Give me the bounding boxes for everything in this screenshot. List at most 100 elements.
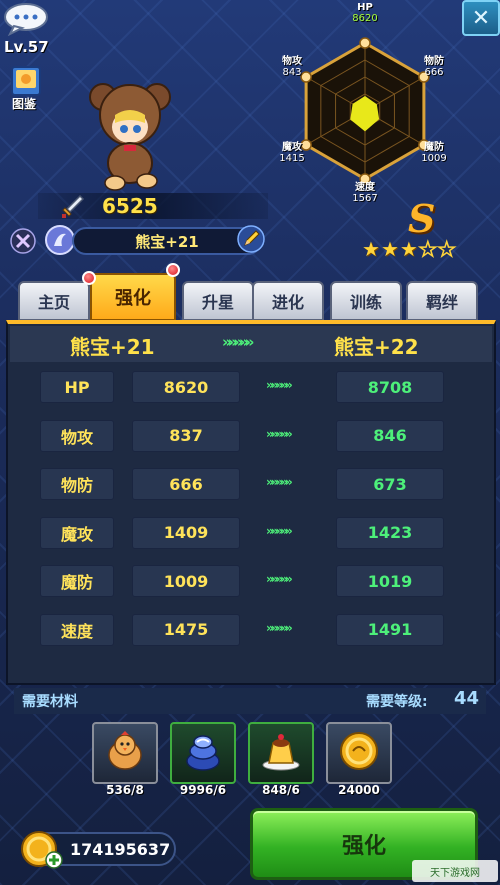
radar-stat-value: 8620	[352, 13, 378, 24]
stat-name: 速度	[40, 613, 114, 646]
stat-name: 物攻	[40, 419, 114, 452]
tab-label: 主页	[37, 293, 70, 312]
stat-row: 魔防 1009 »»»»» 1019	[22, 558, 482, 606]
watermark-text: 天下游戏网	[430, 867, 480, 879]
pencil-icon	[237, 225, 265, 253]
hero-portrait	[85, 75, 175, 195]
radar-stat-3: 速度 1567	[340, 182, 390, 204]
stat-next: 846	[336, 419, 444, 452]
stat-arrow: »»»»»	[266, 475, 293, 489]
radar-stat-4: 魔攻 1415	[267, 142, 317, 164]
collection-label: 图鉴	[12, 97, 37, 111]
tab-2[interactable]: 升星	[182, 281, 254, 321]
radar-stat-2: 魔防 1009	[409, 142, 459, 164]
radar-stat-label: HP	[357, 2, 373, 13]
stat-current: 1475	[132, 613, 240, 646]
material-slot[interactable]	[170, 722, 236, 784]
stat-row: 物防 666 »»»»» 673	[22, 461, 482, 509]
stat-name: HP	[40, 371, 114, 403]
tab-label: 羁绊	[425, 293, 458, 312]
radar-stat-value: 666	[424, 67, 444, 78]
tab-3[interactable]: 进化	[252, 281, 324, 321]
current-level-name: 熊宝+21	[70, 335, 155, 359]
notification-badge	[166, 263, 180, 277]
materials-label: 需要材料	[22, 694, 78, 710]
stat-next: 1019	[336, 565, 444, 597]
stat-row: 物攻 837 »»»»» 846	[22, 413, 482, 461]
stat-row: 速度 1475 »»»»» 1491	[22, 607, 482, 655]
chat-button[interactable]	[2, 2, 50, 37]
close-button[interactable]: ✕	[462, 0, 500, 36]
stat-current: 8620	[132, 371, 240, 403]
hero-name: 熊宝+21	[135, 233, 199, 251]
radar-stat-label: 速度	[355, 182, 375, 193]
stat-name: 魔防	[40, 565, 114, 597]
required-level-value: 44	[454, 688, 480, 709]
chick-icon	[103, 729, 147, 777]
power-value: 6525	[102, 194, 158, 218]
tab-bar: 主页 强化 升星 进化 训练 羁绊	[18, 263, 496, 323]
radar-stat-label: 魔防	[424, 142, 444, 153]
material-slot[interactable]	[92, 722, 158, 784]
gold-coin-icon	[21, 831, 63, 869]
stats-radar: HP 8620 物防 666 魔防 1009 速度 1567 魔攻 1415 物攻 843	[267, 2, 460, 214]
stat-next: 673	[336, 468, 444, 500]
gold-coin-icon	[337, 729, 381, 777]
blue-vortex-icon	[181, 729, 225, 777]
crossed-swords-icon	[10, 228, 36, 254]
tab-5[interactable]: 羁绊	[406, 281, 478, 321]
stat-row: HP 8620 »»»»» 8708	[22, 364, 482, 412]
watermark: 天下游戏网	[412, 860, 498, 882]
radar-stat-label: 魔攻	[282, 142, 302, 153]
tab-label: 强化	[115, 288, 151, 309]
gold-amount: 174195637	[70, 840, 171, 859]
radar-stat-value: 1415	[279, 153, 305, 164]
stat-arrow: »»»»»	[266, 378, 293, 392]
radar-stat-5: 物攻 843	[267, 56, 317, 78]
edit-name-button[interactable]	[236, 224, 266, 254]
star-filled-icon: ★	[380, 237, 399, 261]
stat-arrow: »»»»»	[266, 572, 293, 586]
stat-next: 1491	[336, 613, 444, 646]
notification-badge	[82, 271, 96, 285]
star-empty-icon: ★	[437, 237, 456, 261]
stat-current: 666	[132, 468, 240, 500]
sword-icon	[60, 193, 86, 219]
tab-label: 升星	[201, 293, 234, 312]
material-count: 24000	[338, 783, 380, 797]
radar-stat-label: 物攻	[282, 56, 302, 67]
material-count: 848/6	[262, 783, 300, 797]
stat-row: 魔攻 1409 »»»»» 1423	[22, 510, 482, 558]
tab-label: 训练	[349, 293, 382, 312]
radar-stat-label: 物防	[424, 56, 444, 67]
stat-next: 1423	[336, 516, 444, 549]
star-empty-icon: ★	[418, 237, 437, 261]
star-rating: ★ ★ ★ ★ ★	[362, 237, 456, 261]
tab-4[interactable]: 训练	[330, 281, 402, 321]
stat-current: 1009	[132, 565, 240, 597]
pudding-icon	[259, 729, 303, 777]
radar-stat-0: HP 8620	[340, 2, 390, 24]
material-slot[interactable]	[326, 722, 392, 784]
upgrade-arrows: »»»»»	[222, 333, 255, 351]
add-gold-button[interactable]	[18, 826, 64, 872]
required-level-label: 需要等级:	[366, 694, 428, 710]
radar-stat-value: 1567	[352, 193, 378, 204]
radar-stat-value: 843	[282, 67, 302, 78]
tab-1[interactable]: 强化	[90, 273, 176, 321]
stat-next: 8708	[336, 371, 444, 403]
collection-button[interactable]	[6, 64, 46, 98]
material-slot[interactable]	[248, 722, 314, 784]
star-filled-icon: ★	[362, 237, 380, 261]
radar-stat-value: 1009	[421, 153, 447, 164]
chat-icon	[4, 3, 48, 37]
radar-stat-1: 物防 666	[409, 56, 459, 78]
close-icon: ✕	[471, 5, 491, 31]
next-level-name: 熊宝+22	[334, 335, 419, 359]
tab-0[interactable]: 主页	[18, 281, 90, 321]
material-count: 9996/6	[179, 783, 227, 797]
star-filled-icon: ★	[399, 237, 418, 261]
stat-current: 837	[132, 419, 240, 452]
stat-arrow: »»»»»	[266, 620, 293, 635]
book-icon	[11, 66, 41, 96]
